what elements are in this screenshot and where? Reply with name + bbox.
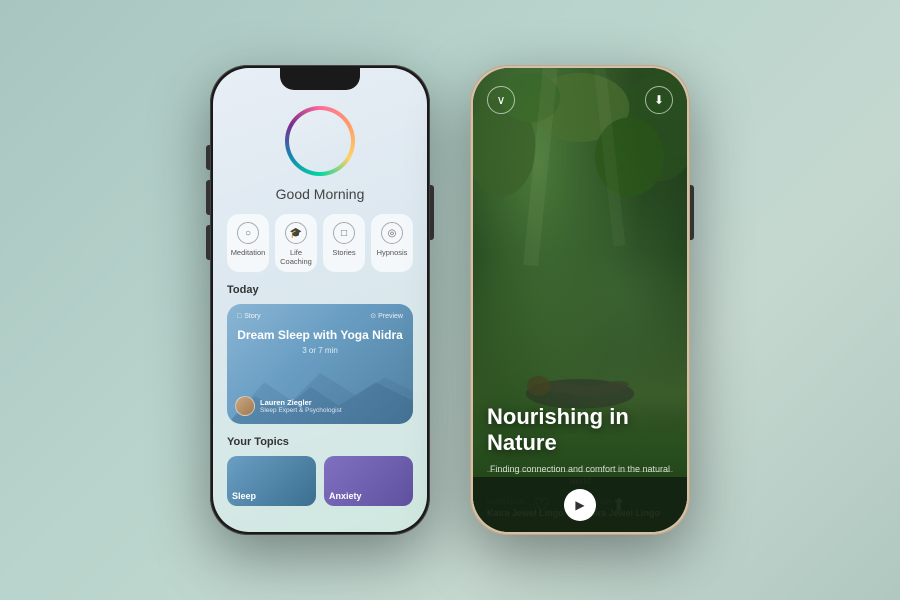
hypnosis-icon: ◎ [381, 222, 403, 244]
author-name: Lauren Ziegler [260, 398, 342, 407]
today-label: Today [227, 284, 413, 296]
categories-row: ○ Meditation 🎓 Life Coaching □ Stories ◎… [227, 214, 413, 272]
content-title: Nourishing in Nature [487, 244, 673, 457]
meditation-icon: ○ [237, 222, 259, 244]
right-phone: ∨ ⬇ Nourishing in Nature Finding connect… [470, 65, 690, 535]
chevron-down-icon[interactable]: ∨ [487, 86, 515, 114]
right-content: ∨ ⬇ Nourishing in Nature Finding connect… [473, 68, 687, 532]
preview-label[interactable]: ⊙ Preview [370, 312, 403, 320]
topic-sleep[interactable]: Sleep [227, 456, 316, 506]
notch-left [280, 68, 360, 90]
story-title: Dream Sleep with Yoga Nidra [237, 328, 403, 344]
category-coaching[interactable]: 🎓 Life Coaching [275, 214, 317, 272]
coaching-icon: 🎓 [285, 222, 307, 244]
play-bar[interactable]: ▶ [473, 477, 687, 532]
category-stories-label: Stories [332, 248, 355, 257]
author-avatar [235, 396, 255, 416]
play-button[interactable]: ▶ [564, 489, 596, 521]
category-stories[interactable]: □ Stories [323, 214, 365, 272]
rainbow-circle-icon [285, 106, 355, 176]
download-icon[interactable]: ⬇ [645, 86, 673, 114]
greeting-text: Good Morning [276, 186, 365, 202]
category-meditation[interactable]: ○ Meditation [227, 214, 269, 272]
stories-icon: □ [333, 222, 355, 244]
category-meditation-label: Meditation [231, 248, 266, 257]
story-type-label: □ Story [237, 313, 261, 320]
story-duration: 3 or 7 min [237, 346, 403, 355]
story-tag-bar: □ Story ⊙ Preview [237, 312, 403, 320]
category-hypnosis[interactable]: ◎ Hypnosis [371, 214, 413, 272]
story-author: Lauren Ziegler Sleep Expert & Psychologi… [235, 396, 342, 416]
bottom-divider [487, 471, 673, 472]
right-top-bar: ∨ ⬇ [487, 86, 673, 114]
category-hypnosis-label: Hypnosis [377, 248, 408, 257]
topic-anxiety[interactable]: Anxiety [324, 456, 413, 506]
topics-label: Your Topics [227, 436, 413, 448]
category-coaching-label: Life Coaching [277, 248, 315, 266]
author-title: Sleep Expert & Psychologist [260, 407, 342, 414]
topics-row: Sleep Anxiety [227, 456, 413, 506]
story-card[interactable]: □ Story ⊙ Preview Dream Sleep with Yoga … [227, 304, 413, 424]
left-phone: Good Morning ○ Meditation 🎓 Life Coachin… [210, 65, 430, 535]
